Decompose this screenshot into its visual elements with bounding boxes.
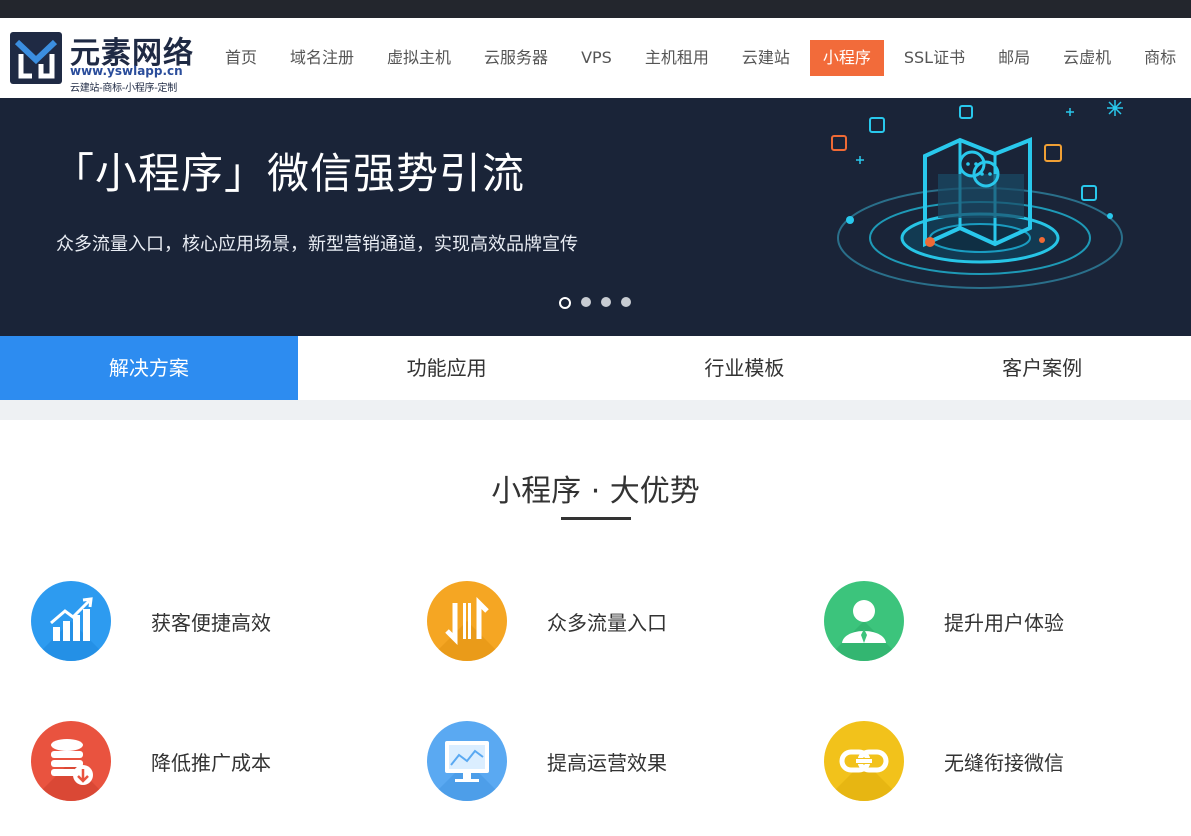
hero-banner[interactable]: 「小程序」微信强势引流 众多流量入口，核心应用场景，新型营销通道，实现高效品牌宣… — [0, 98, 1191, 336]
feature-item: 获客便捷高效 — [31, 581, 271, 661]
nav-item-cloud-server[interactable]: 云服务器 — [471, 40, 561, 76]
tab-label: 行业模板 — [704, 356, 785, 380]
nav-item-virtual-host[interactable]: 虚拟主机 — [374, 40, 464, 76]
wechat-platform-illustration-icon — [831, 100, 1123, 289]
solution-tabs: 解决方案 功能应用 行业模板 客户案例 — [0, 336, 1191, 414]
feature-item: 无缝衔接微信 — [824, 721, 1064, 801]
nav-item-site-builder[interactable]: 云建站 — [729, 40, 803, 76]
carousel-dot-2[interactable] — [581, 297, 591, 307]
nav-item-ssl[interactable]: SSL证书 — [891, 40, 978, 76]
link-icon — [824, 721, 904, 801]
tabs-bottom-strip — [0, 400, 1191, 420]
feature-label: 获客便捷高效 — [151, 610, 271, 635]
tab-label: 解决方案 — [108, 356, 189, 380]
feature-item: 降低推广成本 — [31, 721, 271, 801]
top-strip — [0, 0, 1191, 18]
carousel-dot-1[interactable] — [559, 297, 571, 309]
feature-label: 众多流量入口 — [547, 610, 667, 635]
section-title-underline — [561, 517, 631, 520]
logo-mark-icon — [10, 32, 62, 84]
tab-label: 客户案例 — [1002, 356, 1083, 380]
monitor-chart-icon — [427, 721, 507, 801]
nav-item-domain[interactable]: 域名注册 — [277, 40, 367, 76]
logo-url: www.yswlapp.cn — [70, 64, 183, 78]
database-down-icon — [31, 721, 111, 801]
feature-item: 提升用户体验 — [824, 581, 1064, 661]
tab-templates[interactable]: 行业模板 — [596, 336, 894, 400]
traffic-arrows-icon — [427, 581, 507, 661]
carousel-dot-3[interactable] — [601, 297, 611, 307]
nav-item-vps[interactable]: VPS — [568, 40, 625, 76]
tab-solutions[interactable]: 解决方案 — [0, 336, 298, 414]
site-header: 元素网络 www.yswlapp.cn 云建站-商标-小程序-定制 首页 域名注… — [0, 18, 1191, 98]
feature-label: 降低推广成本 — [151, 750, 271, 775]
user-icon — [824, 581, 904, 661]
logo-tagline: 云建站-商标-小程序-定制 — [70, 83, 177, 94]
feature-label: 提升用户体验 — [944, 610, 1064, 635]
carousel-dot-4[interactable] — [621, 297, 631, 307]
growth-chart-icon — [31, 581, 111, 661]
nav-item-trademark[interactable]: 商标 — [1131, 40, 1189, 76]
nav-item-cloud-vhost[interactable]: 云虚机 — [1050, 40, 1124, 76]
nav-item-mini-program[interactable]: 小程序 — [809, 40, 884, 76]
banner-subtitle: 众多流量入口，核心应用场景，新型营销通道，实现高效品牌宣传 — [56, 234, 578, 255]
feature-label: 提高运营效果 — [547, 750, 667, 775]
feature-item: 众多流量入口 — [427, 581, 667, 661]
nav-item-home[interactable]: 首页 — [212, 40, 270, 76]
site-logo[interactable]: 元素网络 www.yswlapp.cn 云建站-商标-小程序-定制 — [8, 28, 198, 94]
banner-title: 「小程序」微信强势引流 — [52, 149, 526, 198]
tab-cases[interactable]: 客户案例 — [893, 336, 1191, 400]
nav-item-host-rental[interactable]: 主机租用 — [632, 40, 722, 76]
tab-features[interactable]: 功能应用 — [298, 336, 596, 400]
main-nav: 首页 域名注册 虚拟主机 云服务器 VPS 主机租用 云建站 小程序 SSL证书… — [212, 38, 1191, 78]
nav-item-mail[interactable]: 邮局 — [985, 40, 1043, 76]
feature-label: 无缝衔接微信 — [944, 750, 1064, 775]
section-title: 小程序 · 大优势 — [491, 474, 700, 509]
carousel-dots — [559, 297, 641, 309]
tab-label: 功能应用 — [406, 356, 487, 380]
feature-item: 提高运营效果 — [427, 721, 667, 801]
